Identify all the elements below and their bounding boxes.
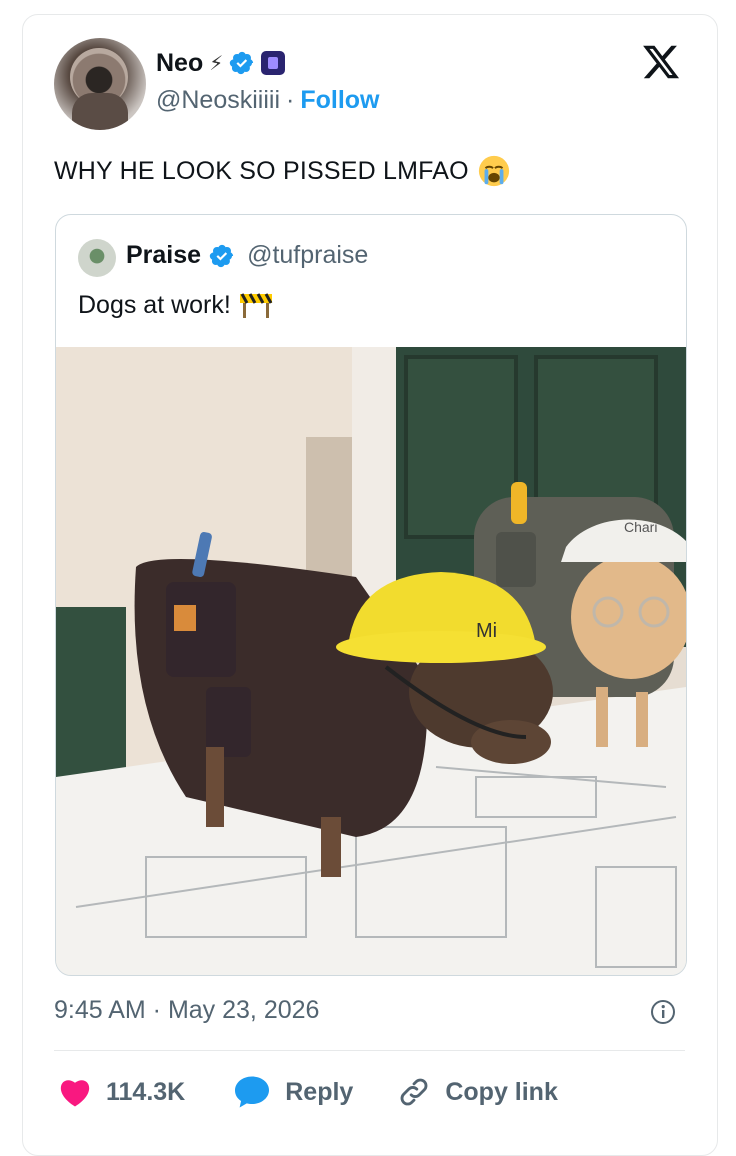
helmet-right-text: Chari [624, 519, 657, 535]
speech-bubble-icon [235, 1076, 270, 1108]
info-icon[interactable] [650, 999, 676, 1025]
handle-separator: · [286, 86, 295, 114]
author-name[interactable]: Neo [156, 49, 203, 78]
quoted-author-handle[interactable]: @tufpraise [247, 241, 368, 270]
quoted-media-photo[interactable]: Chari Mi [56, 347, 686, 975]
x-logo-icon[interactable] [640, 42, 682, 82]
reply-label: Reply [285, 1077, 354, 1106]
author-avatar[interactable] [54, 38, 146, 130]
quoted-tweet[interactable]: Praise @tufpraise Dogs at work! Chari Mi [55, 214, 687, 976]
follow-button[interactable]: Follow [300, 86, 379, 115]
quoted-author-avatar[interactable] [78, 239, 116, 277]
tweet-text: WHY HE LOOK SO PISSED LMFAO [54, 156, 469, 185]
reply-button[interactable]: Reply [233, 1075, 353, 1109]
quoted-text: Dogs at work! [78, 290, 231, 319]
verified-badge-icon [209, 244, 234, 267]
copy-link-label: Copy link [445, 1077, 558, 1106]
tweet-timestamp[interactable]: 9:45 AM · May 23, 2026 [54, 996, 319, 1025]
construction-barrier-emoji [239, 293, 273, 318]
like-button[interactable]: 114.3K [58, 1077, 185, 1107]
author-handle[interactable]: @Neoskiiiii [156, 86, 280, 115]
helmet-left-text: Mi [476, 620, 497, 642]
divider [54, 1050, 685, 1051]
author-handle-row: @Neoskiiiii · Follow [156, 86, 380, 115]
author-name-row: Neo ⚡︎ [156, 46, 286, 80]
loudly-crying-face-emoji [478, 155, 509, 187]
link-icon [400, 1078, 428, 1106]
heart-icon [60, 1080, 90, 1107]
quoted-author-row: Praise @tufpraise [126, 241, 368, 270]
tweet-actions: 114.3K Reply Copy link [58, 1070, 558, 1114]
quoted-text-row: Dogs at work! [78, 290, 273, 320]
author-name-glyph: ⚡︎ [209, 52, 224, 75]
tweet-text-row: WHY HE LOOK SO PISSED LMFAO [54, 154, 511, 188]
quoted-author-name[interactable]: Praise [126, 241, 201, 270]
verified-badge-icon [230, 51, 254, 75]
like-count: 114.3K [106, 1077, 186, 1106]
affiliate-badge-icon [261, 51, 286, 75]
copy-link-button[interactable]: Copy link [397, 1075, 558, 1109]
